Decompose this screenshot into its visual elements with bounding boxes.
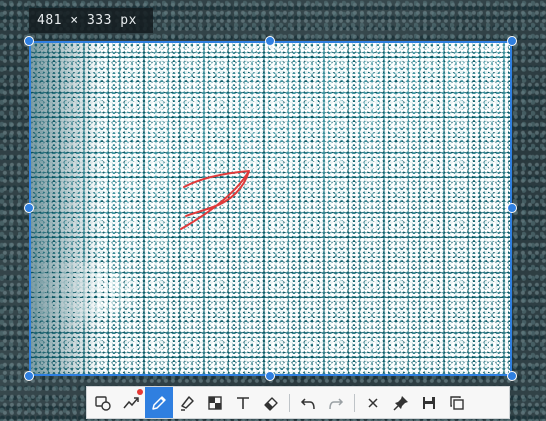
pen-annotation[interactable]	[31, 43, 512, 376]
capture-selection-area[interactable]	[29, 41, 512, 376]
annotation-toolbar	[86, 386, 510, 419]
selection-size-label: 481 × 333 px	[29, 8, 153, 33]
mosaic-icon	[208, 395, 222, 410]
resize-handle-middle-left[interactable]	[24, 203, 34, 213]
redo-button[interactable]	[322, 387, 350, 418]
resize-handle-bottom-left[interactable]	[24, 371, 34, 381]
text-icon	[237, 396, 249, 409]
polyline-icon	[123, 396, 139, 408]
undo-icon	[300, 397, 315, 409]
save-button[interactable]	[415, 387, 443, 418]
notification-dot	[137, 389, 143, 395]
marker-tool[interactable]	[173, 387, 201, 418]
resize-handle-bottom-center[interactable]	[265, 371, 275, 381]
shape-tool[interactable]	[89, 387, 117, 418]
resize-handle-top-center[interactable]	[265, 36, 275, 46]
resize-handle-bottom-right[interactable]	[507, 371, 517, 381]
pen-icon	[152, 395, 166, 410]
resize-handle-top-left[interactable]	[24, 36, 34, 46]
pin-icon	[393, 395, 408, 411]
close-button[interactable]	[359, 387, 387, 418]
eraser-icon	[264, 396, 278, 411]
mosaic-tool[interactable]	[201, 387, 229, 418]
shape-icon	[95, 395, 111, 411]
redo-icon	[329, 397, 344, 409]
eraser-tool[interactable]	[257, 387, 285, 418]
marker-icon	[181, 395, 194, 411]
copy-icon	[450, 395, 464, 410]
polyline-tool[interactable]	[117, 387, 145, 418]
text-tool[interactable]	[229, 387, 257, 418]
pin-button[interactable]	[387, 387, 415, 418]
toolbar-divider	[354, 393, 355, 412]
undo-button[interactable]	[294, 387, 322, 418]
resize-handle-top-right[interactable]	[507, 36, 517, 46]
pen-tool[interactable]	[145, 387, 173, 418]
resize-handle-middle-right[interactable]	[507, 203, 517, 213]
toolbar-divider	[289, 393, 290, 412]
save-icon	[423, 396, 435, 409]
close-icon	[368, 397, 378, 408]
copy-button[interactable]	[443, 387, 471, 418]
